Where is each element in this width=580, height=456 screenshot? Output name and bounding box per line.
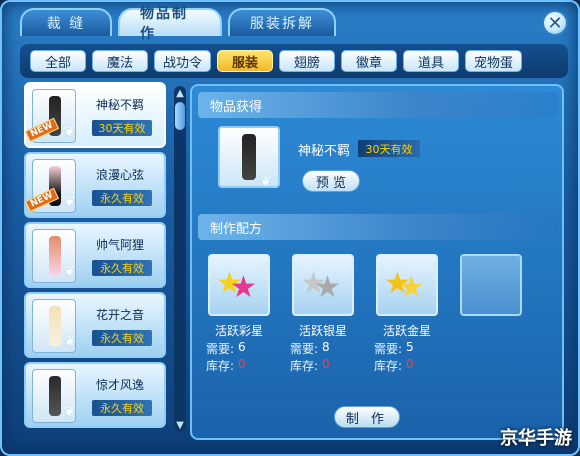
scroll-down-arrow-icon[interactable]: ▼ (174, 418, 186, 432)
material-stock-label: 库存: (290, 359, 319, 373)
material-need-value: 6 (238, 340, 246, 354)
obtained-item-validity: 30天有效 (358, 140, 420, 157)
item-validity: 30天有效 (92, 120, 152, 136)
item-name: 惊才风逸 (96, 378, 145, 392)
obtain-section-heading: 物品获得 (198, 92, 558, 118)
silver-star-icon: ★ (314, 270, 341, 305)
material-slot[interactable]: ★ ★ (376, 254, 438, 316)
item-name: 浪漫心弦 (96, 168, 145, 182)
wing-icon: ❦ (64, 334, 76, 350)
material-need-value: 5 (406, 340, 414, 354)
scroll-thumb[interactable] (175, 102, 185, 130)
item-validity: 永久有效 (92, 400, 152, 416)
material-slot[interactable]: ★ ★ (208, 254, 270, 316)
material-slot[interactable]: ★ ★ (292, 254, 354, 316)
category-pet-egg[interactable]: 宠物蛋 (465, 50, 523, 72)
material-need-label: 需要: (290, 342, 319, 356)
list-item[interactable]: ❦ 惊才风逸 永久有效 (24, 362, 166, 428)
wing-icon: ❦ (64, 264, 76, 280)
tab-costume-dismantle[interactable]: 服装拆解 (228, 8, 336, 36)
tab-tailor[interactable]: 裁 缝 (20, 8, 112, 36)
material-stock-value: 0 (238, 357, 246, 371)
costume-list: ❦ NEW 神秘不羁 30天有效 ❦ NEW 浪漫心弦 永久有效 ❦ 帅气阿狸 … (24, 82, 172, 437)
recipe-section-heading: 制作配方 (198, 214, 558, 240)
category-magic[interactable]: 魔法 (92, 50, 148, 72)
empty-material-slot[interactable] (460, 254, 522, 316)
material-stock-value: 0 (406, 357, 414, 371)
material-need-label: 需要: (206, 342, 235, 356)
item-name: 帅气阿狸 (96, 238, 145, 252)
close-button[interactable]: ✕ (542, 10, 568, 36)
item-name: 花开之音 (96, 308, 145, 322)
material-need-value: 8 (322, 340, 330, 354)
material-stock-label: 库存: (206, 359, 235, 373)
category-costume[interactable]: 服装 (217, 50, 274, 72)
detail-panel: 物品获得 ❦ 神秘不羁 30天有效 预 览 制作配方 ★ ★ ★ ★ ★ ★ 活… (190, 84, 564, 440)
costume-figure-icon (242, 134, 256, 180)
category-bar: 全部 魔法 战功令 服装 翅膀 徽章 道具 宠物蛋 (20, 44, 568, 78)
item-validity: 永久有效 (92, 190, 152, 206)
top-tab-bar: 裁 缝 物品制作 服装拆解 (20, 6, 336, 42)
costume-figure-icon (49, 306, 61, 346)
material-need-label: 需要: (374, 342, 403, 356)
item-name: 神秘不羁 (96, 98, 145, 112)
costume-figure-icon (49, 376, 61, 416)
obtained-item-name: 神秘不羁 (298, 144, 351, 159)
pink-star-icon: ★ (230, 270, 257, 305)
preview-button[interactable]: 预 览 (302, 170, 360, 192)
category-war-token[interactable]: 战功令 (154, 50, 212, 72)
wing-icon: ❦ (260, 174, 272, 190)
list-item[interactable]: ❦ 帅气阿狸 永久有效 (24, 222, 166, 288)
list-item[interactable]: ❦ 花开之音 永久有效 (24, 292, 166, 358)
material-stock-value: 0 (322, 357, 330, 371)
wing-icon: ❦ (64, 124, 76, 140)
category-badge[interactable]: 徽章 (341, 50, 398, 72)
watermark-text: 京华手游 (500, 428, 572, 449)
category-all[interactable]: 全部 (30, 50, 86, 72)
material-name: 活跃金星 (382, 324, 431, 338)
make-button[interactable]: 制 作 (334, 406, 400, 428)
gold-star-icon: ★ (398, 270, 425, 305)
list-item[interactable]: ❦ NEW 浪漫心弦 永久有效 (24, 152, 166, 218)
material-name: 活跃彩星 (214, 324, 263, 338)
list-scrollbar[interactable]: ▲ ▼ (174, 86, 186, 432)
costume-figure-icon (49, 236, 61, 276)
category-wings[interactable]: 翅膀 (279, 50, 336, 72)
list-item[interactable]: ❦ NEW 神秘不羁 30天有效 (24, 82, 166, 148)
material-name: 活跃银星 (298, 324, 347, 338)
item-validity: 永久有效 (92, 330, 152, 346)
item-validity: 永久有效 (92, 260, 152, 276)
material-stock-label: 库存: (374, 359, 403, 373)
scroll-up-arrow-icon[interactable]: ▲ (174, 86, 186, 100)
category-props[interactable]: 道具 (403, 50, 460, 72)
wing-icon: ❦ (64, 404, 76, 420)
wing-icon: ❦ (64, 194, 76, 210)
crafting-window: 裁 缝 物品制作 服装拆解 ✕ 全部 魔法 战功令 服装 翅膀 徽章 道具 宠物… (0, 0, 580, 456)
tab-item-crafting[interactable]: 物品制作 (118, 6, 222, 42)
